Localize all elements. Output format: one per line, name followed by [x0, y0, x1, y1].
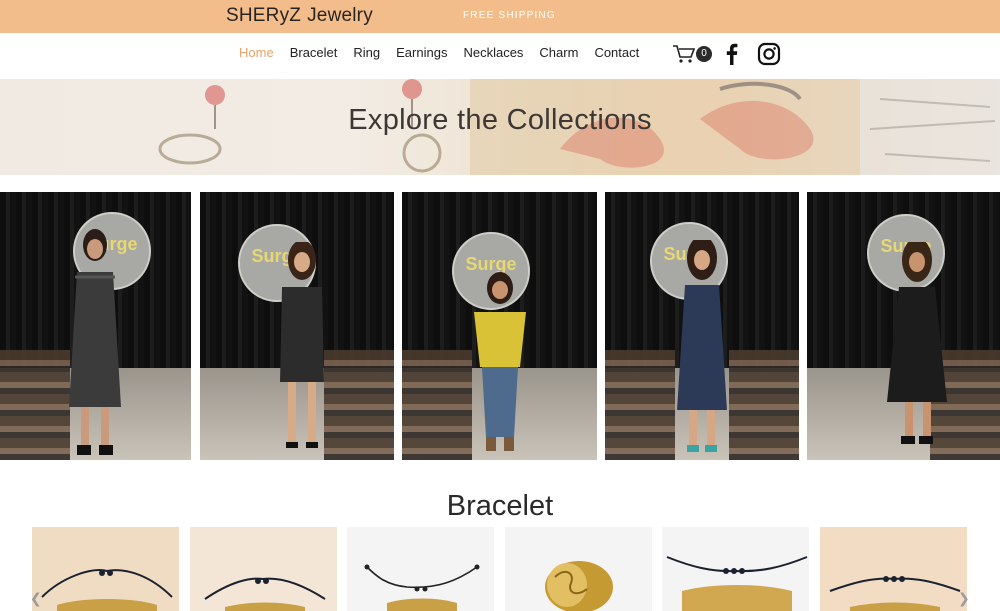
bracelet-product-carousel — [0, 527, 1000, 611]
nav-item-bracelet[interactable]: Bracelet — [282, 45, 346, 60]
runway-model — [280, 242, 324, 448]
cart-button[interactable]: 0 — [672, 42, 714, 66]
gallery-photo[interactable]: Surge — [402, 192, 597, 460]
gallery-photo[interactable]: Surge — [200, 192, 394, 460]
nav-item-charm[interactable]: Charm — [531, 45, 586, 60]
carousel-next-icon[interactable]: ❯ — [958, 590, 970, 607]
navigation-bar: Home Bracelet Ring Earnings Necklaces Ch… — [0, 33, 1000, 79]
product-card[interactable] — [32, 527, 179, 611]
nav-item-earnings[interactable]: Earnings — [388, 45, 455, 60]
hero-title: Explore the Collections — [348, 104, 652, 136]
product-card[interactable] — [662, 527, 809, 611]
product-card[interactable] — [347, 527, 494, 611]
product-card[interactable] — [820, 527, 967, 611]
product-image — [666, 556, 808, 611]
product-image — [41, 569, 173, 611]
brand-suffix: Jewelry — [307, 5, 373, 26]
nav-item-ring[interactable]: Ring — [345, 45, 388, 60]
bracelet-section-title: Bracelet — [446, 490, 554, 522]
runway-model — [474, 272, 526, 451]
nav-item-home[interactable]: Home — [231, 45, 282, 60]
cart-icon — [673, 45, 696, 63]
product-image — [545, 561, 613, 611]
gallery-photo[interactable]: Surge — [0, 192, 191, 460]
instagram-icon[interactable] — [757, 42, 781, 66]
gallery-photo[interactable]: Surge — [605, 192, 799, 460]
product-image — [204, 577, 326, 611]
product-image — [829, 576, 961, 611]
main-nav: Home Bracelet Ring Earnings Necklaces Ch… — [231, 45, 647, 60]
facebook-icon[interactable] — [720, 42, 744, 66]
runway-model — [677, 240, 727, 452]
product-card[interactable] — [505, 527, 652, 611]
product-card[interactable] — [190, 527, 337, 611]
gallery-photo[interactable]: Surge — [807, 192, 1000, 460]
carousel-prev-icon[interactable]: ❮ — [30, 590, 42, 607]
cart-count-badge: 0 — [696, 46, 712, 62]
nav-item-necklaces[interactable]: Necklaces — [455, 45, 531, 60]
runway-model — [69, 229, 121, 455]
product-image — [364, 564, 480, 611]
runway-model — [887, 242, 947, 444]
hero-banner: Explore the Collections — [0, 79, 1000, 175]
brand-name: SHERyZ — [226, 5, 302, 26]
brand-logo[interactable]: SHERyZ Jewelry — [226, 5, 373, 27]
nav-item-contact[interactable]: Contact — [586, 45, 647, 60]
free-shipping-label: FREE SHIPPING — [463, 10, 556, 21]
top-banner: SHERyZ Jewelry FREE SHIPPING — [0, 0, 1000, 33]
runway-gallery: Surge Surge Surge — [0, 192, 1000, 460]
